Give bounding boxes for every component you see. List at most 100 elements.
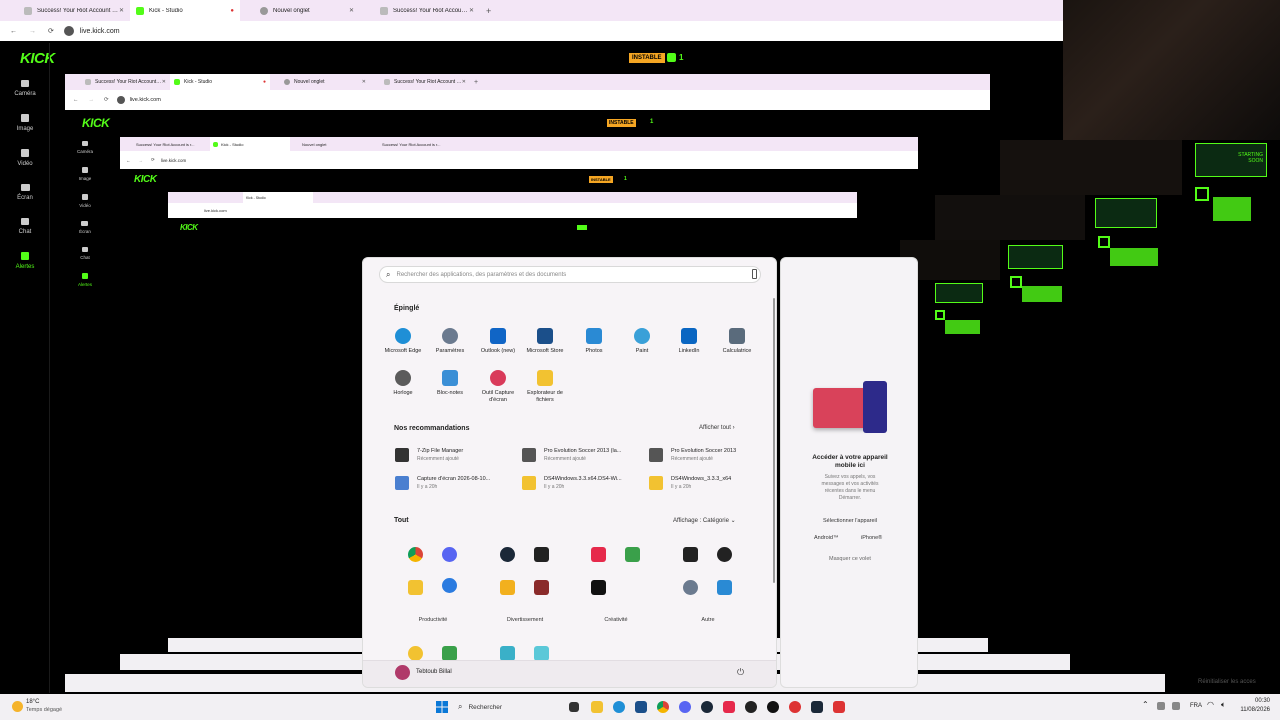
reco-item[interactable]: Pro Evolution Soccer 2013 (la... Récemmen… (522, 448, 642, 462)
pinned-app[interactable]: Calculatrice (713, 328, 761, 355)
category-label[interactable]: Divertissement (495, 617, 555, 623)
back-icon[interactable]: ← (10, 28, 17, 35)
browser-tab-active[interactable]: Kick - Studio ● (130, 0, 240, 21)
weather-icon[interactable] (12, 701, 23, 712)
reload-icon[interactable]: ⟳ (48, 27, 54, 35)
category-label[interactable]: Autre (678, 617, 738, 623)
edge-icon[interactable] (613, 701, 625, 713)
clock-time[interactable]: 00:30 (1248, 698, 1270, 704)
nav-video[interactable]: Vidéo (17, 149, 33, 167)
pinned-app[interactable]: Microsoft Store (521, 328, 569, 355)
nav-screen[interactable]: Écran (17, 184, 33, 201)
reco-item[interactable]: Capture d'écran 2026-08-10... Il y a 20h (395, 476, 515, 490)
url-field[interactable]: live.kick.com (80, 28, 120, 35)
hide-panel-link[interactable]: Masquer ce volet (801, 556, 899, 562)
game-icon[interactable] (534, 580, 549, 595)
pinned-app[interactable]: Paint (618, 328, 666, 355)
tiktok-icon[interactable] (591, 547, 606, 562)
store-icon[interactable] (635, 701, 647, 713)
close-icon[interactable]: ✕ (462, 79, 466, 85)
pinned-app[interactable]: Outlook (new) (474, 328, 522, 355)
browser-tab[interactable]: Success! Your Riot Account is r... ✕ (360, 0, 480, 21)
scrollbar[interactable] (773, 298, 775, 583)
close-icon[interactable]: ✕ (162, 79, 166, 85)
reco-item[interactable]: DS4Windows_3.3.3_x64 Il y a 20h (649, 476, 769, 490)
windows-start-icon[interactable] (436, 701, 448, 713)
browser-tab-active[interactable]: Kick - Studio ● (170, 74, 270, 90)
category-label[interactable]: Créativité (586, 617, 646, 623)
browser-tab[interactable]: Success! Your Riot Account is r... ✕ (370, 74, 470, 90)
new-tab-button[interactable]: + (486, 6, 491, 16)
app-icon[interactable] (625, 547, 640, 562)
pinned-app[interactable]: Photos (570, 328, 618, 355)
browser-tab[interactable]: Success! Your Riot Account is r... ✕ (65, 74, 170, 90)
weather-desc[interactable]: Temps dégagé (26, 707, 62, 713)
browser-tab[interactable]: Nouvel onglet ✕ (240, 0, 360, 21)
gear-icon[interactable] (683, 580, 698, 595)
iphone-button[interactable]: iPhone® (861, 535, 882, 541)
language-indicator[interactable]: FRA (1190, 703, 1202, 709)
copilot-icon[interactable] (752, 269, 757, 279)
reco-more-button[interactable]: Afficher tout › (699, 425, 735, 431)
forward-icon[interactable]: → (29, 28, 36, 35)
wifi-icon[interactable]: ◠ (1207, 700, 1214, 709)
app-icon[interactable] (767, 701, 779, 713)
forward-icon[interactable]: → (89, 97, 95, 103)
pinned-app[interactable]: Bloc-notes (426, 370, 474, 397)
nav-chat[interactable]: Chat (19, 218, 31, 235)
category-label[interactable]: Productivité (403, 617, 463, 623)
steam-icon[interactable] (500, 547, 515, 562)
close-icon[interactable]: ✕ (362, 79, 366, 85)
steam-icon[interactable] (811, 701, 823, 713)
tray-chevron-icon[interactable]: ⌃ (1142, 700, 1149, 709)
android-button[interactable]: Android™ (814, 535, 838, 541)
nav-alerts[interactable]: Alertes (16, 252, 34, 270)
chrome-icon[interactable] (657, 701, 669, 713)
app-icon[interactable] (534, 646, 549, 661)
reco-item[interactable]: DS4Windows.3.3.x64.DS4-Wi... Il y a 20h (522, 476, 642, 490)
app-icon[interactable] (408, 646, 423, 661)
nav-camera[interactable]: Caméra (14, 80, 36, 97)
task-view-icon[interactable] (569, 702, 579, 712)
pinned-app[interactable]: Explorateur de fichiers (521, 370, 569, 404)
taskbar-search[interactable]: ⌕ Rechercher (458, 700, 558, 714)
folder-icon[interactable] (591, 701, 603, 713)
tiktok-icon[interactable] (723, 701, 735, 713)
tray-icon[interactable] (1157, 702, 1165, 710)
app-icon[interactable] (789, 701, 801, 713)
browser-tab[interactable]: Nouvel onglet ✕ (270, 74, 370, 90)
nav-image[interactable]: Image (17, 114, 33, 132)
close-icon[interactable]: ✕ (469, 7, 474, 14)
url-field[interactable]: live.kick.com (130, 97, 161, 103)
app-icon[interactable] (442, 578, 457, 593)
tray-icon[interactable] (1172, 702, 1180, 710)
user-name[interactable]: Tebtoub Billal (416, 669, 452, 675)
pinned-app[interactable]: Horloge (379, 370, 427, 397)
rockstar-icon[interactable] (500, 580, 515, 595)
discord-icon[interactable] (442, 547, 457, 562)
volume-icon[interactable]: 🔈︎ (1221, 700, 1226, 710)
weather-temp[interactable]: 18°C (26, 699, 39, 705)
steam-icon[interactable] (701, 701, 713, 713)
discord-icon[interactable] (679, 701, 691, 713)
app-icon[interactable] (717, 580, 732, 595)
new-tab-button[interactable]: + (474, 79, 478, 86)
clock-date[interactable]: 11/08/2026 (1232, 707, 1270, 713)
pinned-app[interactable]: Microsoft Edge (379, 328, 427, 355)
all-view-button[interactable]: Affichage : Catégorie ⌄ (673, 517, 736, 524)
epic-games-icon[interactable] (534, 547, 549, 562)
back-icon[interactable]: ← (73, 97, 79, 103)
riot-icon[interactable] (833, 701, 845, 713)
user-avatar[interactable] (395, 665, 410, 680)
browser-tab[interactable]: Success! Your Riot Account is r... ✕ (0, 0, 130, 21)
app-icon[interactable] (717, 547, 732, 562)
close-icon[interactable]: ✕ (119, 7, 124, 14)
start-search[interactable]: ⌕ Rechercher des applications, des param… (379, 266, 761, 283)
chrome-icon[interactable] (408, 547, 423, 562)
app-icon[interactable] (442, 646, 457, 661)
riot-icon[interactable] (683, 547, 698, 562)
reco-item[interactable]: Pro Evolution Soccer 2013 Récemment ajout… (649, 448, 769, 462)
capcut-icon[interactable] (591, 580, 606, 595)
folder-icon[interactable] (408, 580, 423, 595)
close-icon[interactable]: ✕ (349, 7, 354, 14)
